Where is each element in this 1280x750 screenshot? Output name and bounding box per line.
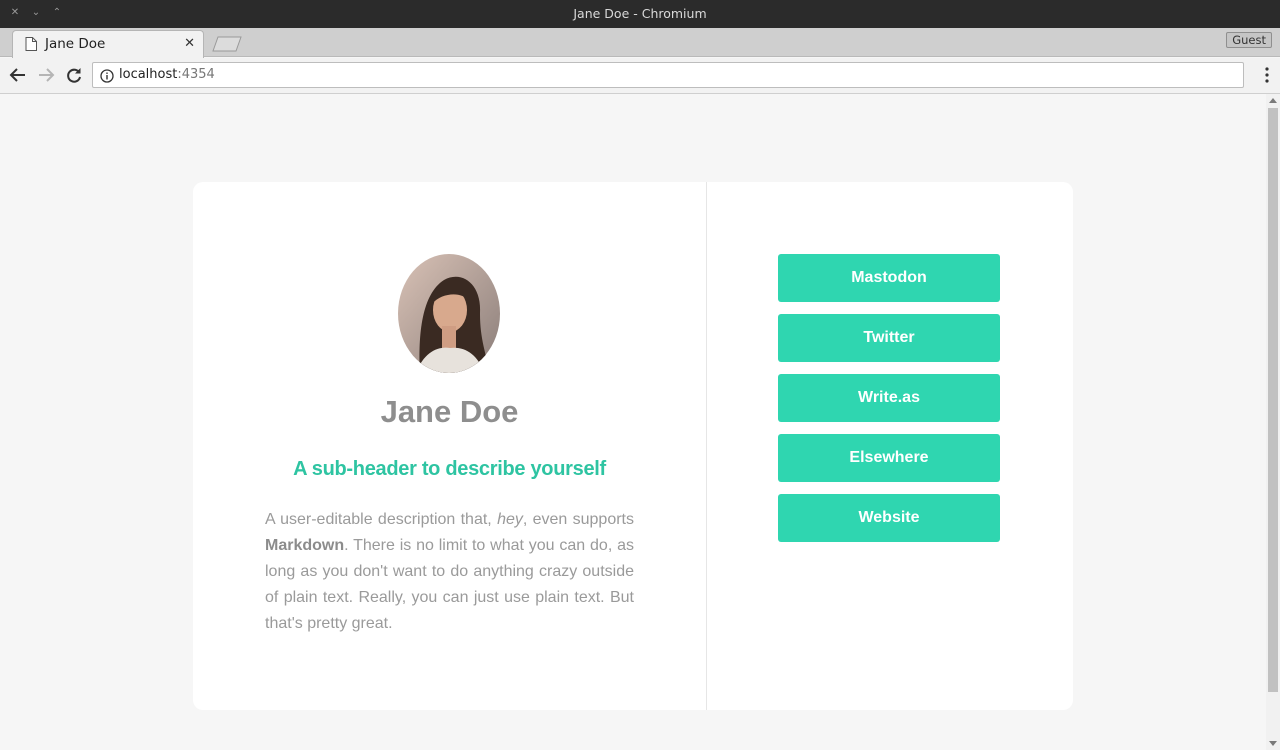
tab-close-icon[interactable]: ✕ <box>184 31 195 57</box>
elsewhere-link-button[interactable]: Elsewhere <box>778 434 1000 482</box>
description-text: , even supports <box>522 511 634 528</box>
window-title: Jane Doe - Chromium <box>573 6 707 21</box>
guest-profile-button[interactable]: Guest <box>1226 32 1272 48</box>
scroll-up-arrow-icon[interactable] <box>1269 98 1277 103</box>
twitter-link-button[interactable]: Twitter <box>778 314 1000 362</box>
tab-strip: Jane Doe ✕ Guest <box>0 28 1280 58</box>
menu-dots-icon[interactable] <box>1264 66 1270 86</box>
profile-avatar <box>398 254 500 373</box>
browser-toolbar: localhost:4354 <box>0 58 1280 94</box>
document-icon <box>25 37 37 51</box>
page-scrollbar[interactable] <box>1266 94 1280 750</box>
tab-active[interactable]: Jane Doe ✕ <box>12 30 204 58</box>
window-titlebar: ✕ ⌄ ⌃ Jane Doe - Chromium <box>0 0 1280 28</box>
description-strong: Markdown <box>265 537 345 554</box>
scroll-down-arrow-icon[interactable] <box>1269 741 1277 746</box>
profile-subheader: A sub-header to describe yourself <box>293 458 606 480</box>
column-divider <box>706 182 707 710</box>
reload-icon[interactable] <box>64 65 84 85</box>
url-host: localhost <box>119 67 178 82</box>
url-port: :4354 <box>177 67 215 82</box>
profile-name: Jane Doe <box>380 394 519 429</box>
info-icon[interactable] <box>100 69 114 83</box>
description-emphasis: hey <box>497 511 523 528</box>
mastodon-link-button[interactable]: Mastodon <box>778 254 1000 302</box>
link-list: Mastodon Twitter Write.as Elsewhere Webs… <box>778 254 1000 554</box>
writeas-link-button[interactable]: Write.as <box>778 374 1000 422</box>
forward-arrow-icon[interactable] <box>36 65 56 85</box>
url-text: localhost:4354 <box>119 63 215 87</box>
scroll-thumb[interactable] <box>1268 108 1278 692</box>
website-link-button[interactable]: Website <box>778 494 1000 542</box>
back-arrow-icon[interactable] <box>8 65 28 85</box>
profile-description: A user-editable description that, hey, e… <box>265 507 634 637</box>
profile-card: Jane Doe A sub-header to describe yourse… <box>193 182 1073 710</box>
tab-title: Jane Doe <box>45 36 106 52</box>
description-text: A user-editable description that, <box>265 511 498 528</box>
address-bar[interactable]: localhost:4354 <box>92 62 1244 88</box>
new-tab-button[interactable] <box>212 36 242 52</box>
